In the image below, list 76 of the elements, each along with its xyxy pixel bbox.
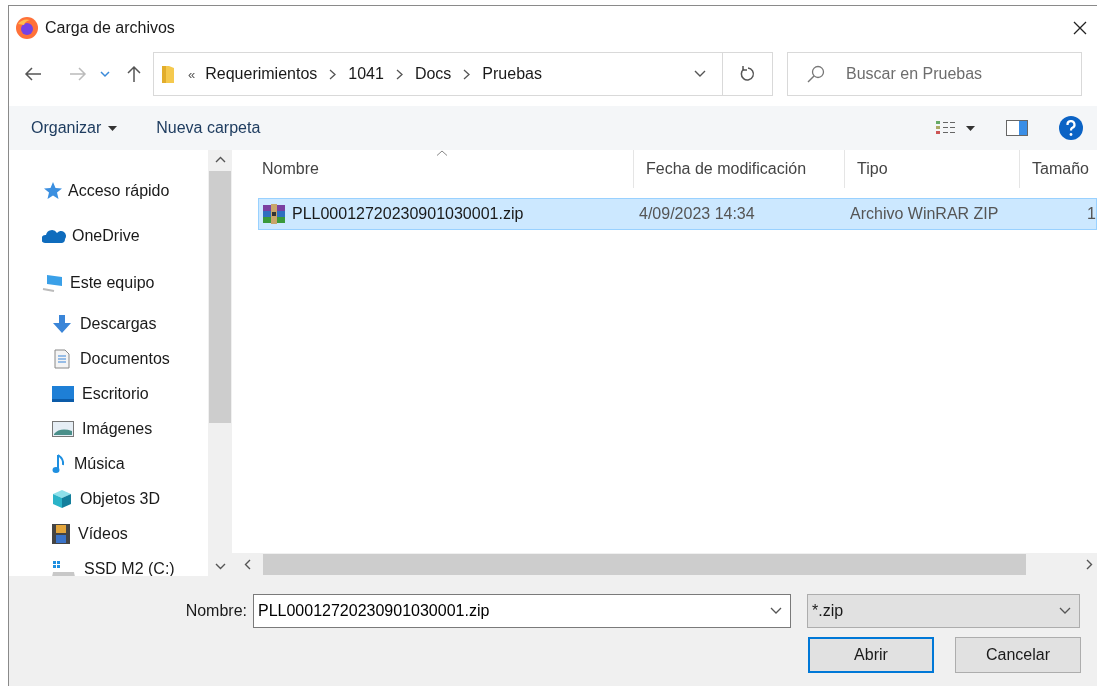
window-title: Carga de archivos — [45, 19, 175, 37]
music-note-icon — [52, 453, 66, 474]
breadcrumb[interactable]: Docs — [414, 65, 452, 83]
scroll-up-icon[interactable] — [214, 156, 226, 163]
overflow-marker[interactable]: « — [188, 66, 196, 82]
file-name-field[interactable]: PLL00012720230901030001.zip — [253, 594, 791, 628]
up-arrow-icon[interactable] — [127, 65, 141, 83]
chevron-right-icon[interactable] — [329, 68, 337, 80]
file-type-dropdown[interactable]: *.zip — [807, 594, 1080, 628]
table-cell-text: 1 — [1086, 205, 1096, 223]
close-icon[interactable] — [1072, 20, 1088, 36]
refresh-icon — [739, 66, 756, 82]
column-header[interactable]: Tamaño — [1020, 150, 1097, 188]
scroll-down-icon[interactable] — [214, 563, 226, 570]
search-icon — [807, 65, 825, 83]
new-folder-button[interactable]: Nueva carpeta — [148, 113, 269, 143]
table-cell-text: Archivo WinRAR ZIP — [849, 205, 1000, 223]
navigation-item[interactable]: Música — [9, 446, 208, 481]
navigation-item[interactable]: OneDrive — [9, 212, 208, 259]
navigation-item[interactable]: Objetos 3D — [9, 481, 208, 516]
breadcrumb[interactable]: Pruebas — [482, 65, 542, 83]
chevron-right-icon[interactable] — [463, 68, 471, 80]
back-arrow-icon[interactable] — [24, 67, 42, 81]
table-cell-text: 4/09/2023 14:34 — [638, 205, 756, 223]
chevron-right-icon[interactable] — [395, 68, 403, 80]
folder-icon — [161, 64, 175, 84]
cube-icon — [52, 488, 72, 509]
image-icon — [52, 420, 74, 437]
column-header[interactable]: Tipo — [845, 150, 1020, 188]
search-field[interactable]: Buscar en Pruebas — [787, 52, 1082, 96]
breadcrumb[interactable]: Requerimientos — [205, 65, 318, 83]
caret-icon — [108, 125, 118, 131]
chevron-down-icon[interactable] — [694, 70, 706, 78]
file-name: PLL00012720230901030001.zip — [292, 205, 524, 223]
column-header[interactable]: Fecha de modificación — [634, 150, 845, 188]
browser-logo-icon — [15, 16, 39, 40]
caret-icon[interactable] — [966, 125, 975, 131]
navigation-item[interactable]: Descargas — [9, 306, 208, 341]
navigation-item[interactable]: Este equipo — [9, 259, 208, 306]
film-icon — [52, 523, 70, 544]
scrollbar-thumb[interactable] — [209, 171, 231, 423]
sort-caret-icon — [435, 150, 448, 156]
open-button[interactable]: Abrir — [808, 637, 934, 673]
organize-menu[interactable]: Organizar — [23, 113, 126, 143]
drive-icon — [52, 559, 76, 576]
navigation-item[interactable]: SSD M2 (C:) — [9, 551, 208, 576]
cloud-icon — [42, 228, 66, 243]
scroll-right-icon[interactable] — [1086, 559, 1093, 570]
navigation-item[interactable]: Acceso rápido — [9, 182, 208, 200]
field-label: Nombre: — [184, 602, 247, 620]
navigation-item[interactable]: Escritorio — [9, 376, 208, 411]
file-row[interactable]: PLL00012720230901030001.zip 4/09/2023 14:34 Archivo WinRAR ZIP 1 — [258, 198, 1097, 230]
star-icon — [42, 182, 62, 200]
document-icon — [52, 348, 72, 369]
preview-pane-icon[interactable] — [1006, 120, 1028, 136]
address-bar[interactable]: « Requerimientos 1041 Docs Pruebas — [153, 52, 723, 96]
desktop-icon — [52, 385, 74, 402]
navigation-item[interactable]: Documentos — [9, 341, 208, 376]
scroll-left-icon[interactable] — [244, 559, 251, 570]
vertical-scrollbar[interactable] — [208, 150, 232, 576]
scrollbar-thumb[interactable] — [263, 554, 1026, 575]
refresh-button[interactable] — [723, 52, 773, 96]
column-header[interactable]: Nombre — [250, 150, 634, 188]
horizontal-scrollbar[interactable] — [232, 553, 1097, 576]
chevron-down-icon — [1059, 607, 1071, 615]
chevron-down-icon[interactable] — [100, 70, 110, 78]
chevron-down-icon[interactable] — [770, 607, 782, 615]
download-arrow-icon — [52, 313, 72, 334]
archive-icon — [263, 204, 285, 224]
cancel-button[interactable]: Cancelar — [955, 637, 1081, 673]
computer-icon — [42, 273, 64, 292]
navigation-item[interactable]: Vídeos — [9, 516, 208, 551]
view-list-icon[interactable] — [935, 120, 957, 136]
navigation-item[interactable]: Imágenes — [9, 411, 208, 446]
help-icon[interactable] — [1059, 116, 1083, 140]
breadcrumb[interactable]: 1041 — [348, 65, 384, 83]
